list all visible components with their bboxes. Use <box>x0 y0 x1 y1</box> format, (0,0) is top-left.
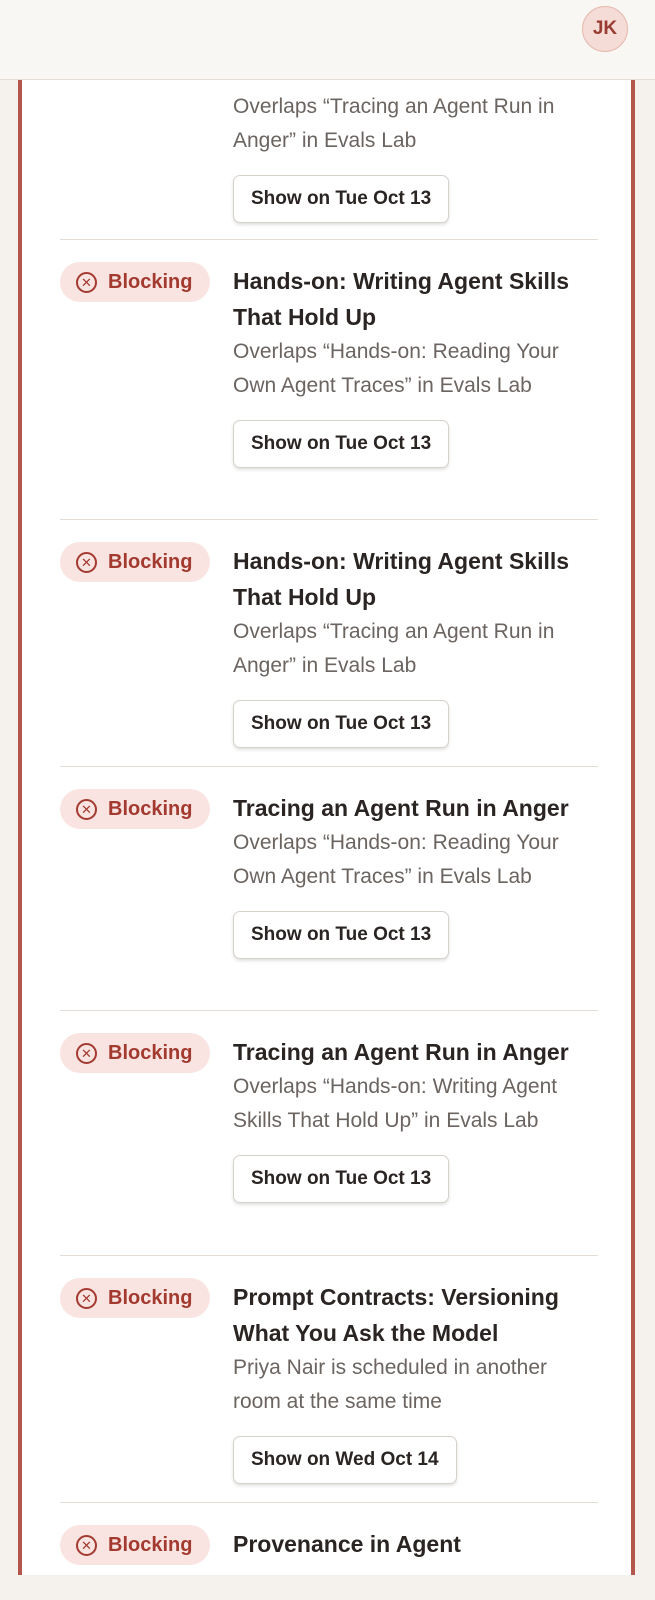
badge-label: Blocking <box>108 797 193 820</box>
close-circle-icon: ✕ <box>76 798 97 820</box>
conflicts-panel: Overlaps “Tracing an Agent Run in Anger”… <box>18 60 635 1600</box>
user-avatar[interactable]: JK <box>582 6 628 52</box>
row-divider <box>60 1010 598 1011</box>
conflict-description: Priya Nair is scheduled in another room … <box>233 1356 547 1413</box>
session-title: Tracing an Agent Run in Anger <box>233 1039 569 1065</box>
row-divider <box>60 239 598 240</box>
conflict-description: Overlaps “Hands-on: Reading Your Own Age… <box>233 340 559 397</box>
badge-label: Blocking <box>108 550 193 573</box>
show-day-button[interactable]: Show on Tue Oct 13 <box>233 700 450 748</box>
close-circle-icon: ✕ <box>76 1534 97 1556</box>
blocking-badge: ✕ Blocking <box>60 1278 210 1318</box>
session-title: Tracing an Agent Run in Anger <box>233 795 569 821</box>
badge-label: Blocking <box>108 270 193 293</box>
row-divider <box>60 1502 598 1503</box>
close-circle-icon: ✕ <box>76 1042 97 1064</box>
conflict-description: Overlaps “Hands-on: Reading Your Own Age… <box>233 831 559 888</box>
row-divider <box>60 766 598 767</box>
blocking-badge: ✕ Blocking <box>60 542 210 582</box>
blocking-badge: ✕ Blocking <box>60 789 210 829</box>
badge-label: Blocking <box>108 1533 193 1556</box>
session-title: Hands-on: Writing Agent Skills That Hold… <box>233 548 570 610</box>
show-day-button[interactable]: Show on Tue Oct 13 <box>233 911 450 959</box>
row-divider <box>60 519 598 520</box>
conflict-item-partial: Overlaps “Tracing an Agent Run in Anger”… <box>233 90 593 223</box>
row-divider <box>60 1255 598 1256</box>
conflict-description: Overlaps “Tracing an Agent Run in Anger”… <box>233 95 555 152</box>
badge-label: Blocking <box>108 1286 193 1309</box>
blocking-badge: ✕ Blocking <box>60 1525 210 1565</box>
blocking-badge: ✕ Blocking <box>60 262 210 302</box>
conflict-description: Overlaps “Hands-on: Writing Agent Skills… <box>233 1075 558 1132</box>
session-title: Hands-on: Writing Agent Skills That Hold… <box>233 268 570 330</box>
session-title: Prompt Contracts: Versioning What You As… <box>233 1284 559 1346</box>
show-day-button[interactable]: Show on Tue Oct 13 <box>233 175 450 223</box>
show-day-button[interactable]: Show on Wed Oct 14 <box>233 1436 457 1484</box>
bottom-edge <box>0 1575 655 1600</box>
show-day-button[interactable]: Show on Tue Oct 13 <box>233 1155 450 1203</box>
close-circle-icon: ✕ <box>76 551 97 573</box>
session-title: Provenance in Agent <box>233 1531 461 1557</box>
close-circle-icon: ✕ <box>76 1287 97 1309</box>
top-bar: JK <box>0 0 655 80</box>
badge-label: Blocking <box>108 1041 193 1064</box>
show-day-button[interactable]: Show on Tue Oct 13 <box>233 420 450 468</box>
blocking-badge: ✕ Blocking <box>60 1033 210 1073</box>
close-circle-icon: ✕ <box>76 271 97 293</box>
conflict-description: Overlaps “Tracing an Agent Run in Anger”… <box>233 620 555 677</box>
